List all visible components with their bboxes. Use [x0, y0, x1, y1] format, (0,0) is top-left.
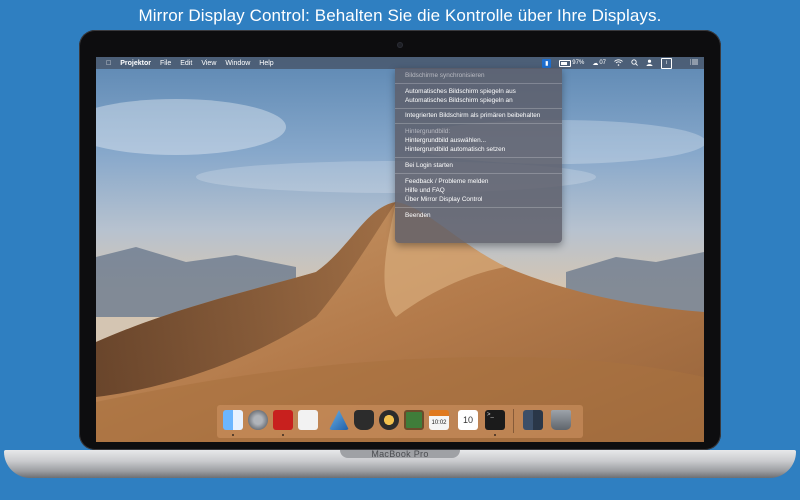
headline: Mirror Display Control: Behalten Sie die…	[138, 6, 662, 25]
menu-window[interactable]: Window	[225, 60, 250, 67]
clock-app-icon[interactable]: 10:02	[429, 410, 449, 430]
menu-item-feedback[interactable]: Feedback / Probleme melden	[405, 178, 488, 185]
display-info-icon[interactable]: i	[661, 57, 672, 69]
running-indicator	[232, 434, 234, 436]
laptop-base: MacBook Pro	[4, 449, 796, 478]
menu-item-wallpaper-choose[interactable]: Hintergrundbild auswählen...	[405, 137, 486, 144]
trash-icon[interactable]	[551, 410, 571, 430]
battery-icon[interactable]: 97%	[559, 59, 585, 67]
menu-item-mirror-on[interactable]: Automatisches Bildschirm spiegeln an	[405, 97, 513, 104]
menu-item-about[interactable]: Über Mirror Display Control	[405, 196, 482, 203]
apple-icon[interactable]: 	[106, 60, 111, 67]
menu-item-login-start[interactable]: Bei Login starten	[405, 162, 453, 169]
user-icon[interactable]	[646, 59, 653, 68]
menu-header-sync: Bildschirme synchronisieren	[405, 72, 485, 79]
menu-item-quit[interactable]: Beenden	[405, 212, 431, 219]
mirror-display-icon[interactable]: ▮	[542, 58, 552, 68]
menu-help[interactable]: Help	[259, 60, 273, 67]
dock-separator	[513, 409, 514, 433]
calendar-icon[interactable]: 10	[458, 410, 478, 430]
dock: 10:02 10 >_	[217, 405, 583, 438]
menu-divider	[395, 123, 562, 124]
wifi-icon[interactable]	[614, 58, 623, 68]
cloud-icon[interactable]: ☁ 07	[592, 60, 606, 67]
menu-divider	[395, 157, 562, 158]
battery-percent: 97%	[572, 60, 585, 66]
finder-icon[interactable]	[223, 410, 243, 430]
menu-edit[interactable]: Edit	[180, 60, 192, 67]
menu-header-wallpaper: Hintergrundbild:	[405, 128, 451, 135]
menu-item-wallpaper-auto[interactable]: Hintergrundbild automatisch setzen	[405, 146, 505, 153]
menu-item-keep-primary[interactable]: Integrierten Bildschirm als primären bei…	[405, 112, 540, 119]
running-indicator	[282, 434, 284, 436]
vlc-icon[interactable]	[379, 410, 399, 430]
menu-divider	[395, 207, 562, 208]
terminal-icon[interactable]: >_	[485, 410, 505, 430]
mirror-dropdown-menu: Bildschirme synchronisieren Automatische…	[395, 68, 562, 243]
xcode-instruments-icon[interactable]	[329, 410, 349, 430]
menu-divider	[395, 173, 562, 174]
activity-monitor-icon[interactable]	[404, 410, 424, 430]
menu-file[interactable]: File	[160, 60, 171, 67]
menu-item-help-faq[interactable]: Hilfe und FAQ	[405, 187, 445, 194]
camera	[397, 42, 403, 48]
screen:  Projektor File Edit View Window Help ▮…	[96, 57, 704, 442]
menu-divider	[395, 83, 562, 84]
cloud-count: 07	[599, 60, 606, 66]
projektor-app-icon[interactable]	[273, 410, 293, 430]
laptop-lid:  Projektor File Edit View Window Help ▮…	[79, 30, 721, 450]
notification-center-icon[interactable]	[690, 59, 698, 67]
menu-item-mirror-off[interactable]: Automatisches Bildschirm spiegeln aus	[405, 88, 516, 95]
downloads-stack-icon[interactable]	[523, 410, 543, 430]
coffee-app-icon[interactable]	[354, 410, 374, 430]
menu-view[interactable]: View	[201, 60, 216, 67]
status-area: ▮ 97% ☁ 07 i	[542, 57, 698, 69]
system-preferences-icon[interactable]	[248, 410, 268, 430]
running-indicator	[494, 434, 496, 436]
model-label: MacBook Pro	[371, 449, 429, 459]
menu-divider	[395, 108, 562, 109]
search-icon[interactable]	[631, 58, 638, 68]
screens-app-icon[interactable]	[298, 410, 318, 430]
menu-app-name[interactable]: Projektor	[120, 60, 151, 67]
